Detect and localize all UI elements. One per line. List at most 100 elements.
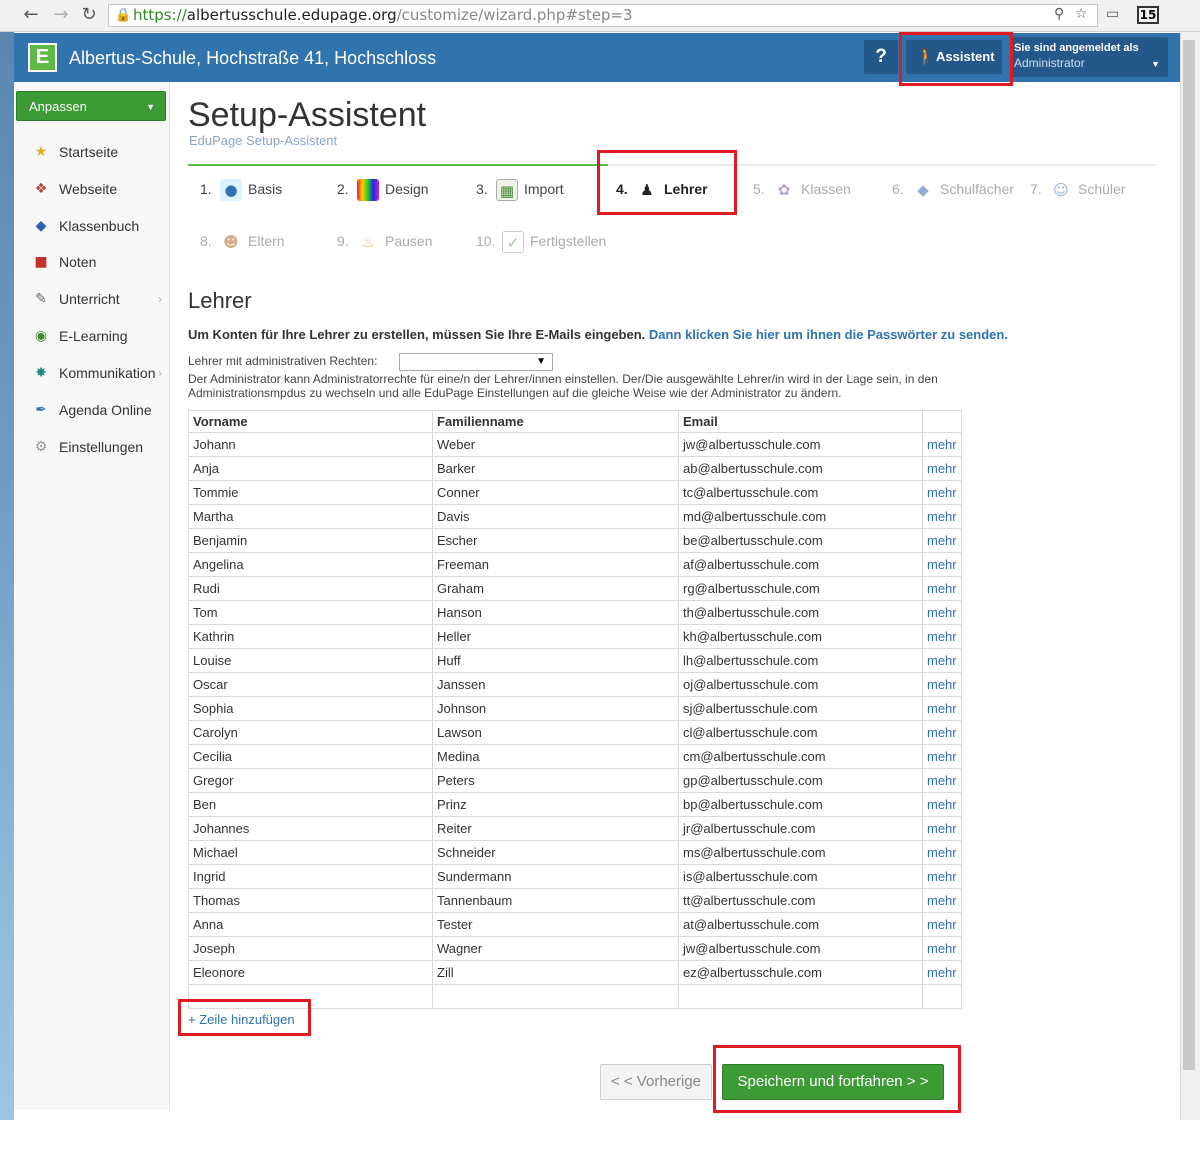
- last-name-cell[interactable]: Weber: [432, 432, 679, 457]
- email-cell[interactable]: jw@albertusschule.com: [678, 432, 923, 457]
- email-cell[interactable]: bp@albertusschule.com: [678, 792, 923, 817]
- last-name-cell[interactable]: Lawson: [432, 720, 679, 745]
- first-name-cell[interactable]: Anna: [188, 912, 433, 937]
- first-name-cell[interactable]: Cecilia: [188, 744, 433, 769]
- last-name-cell[interactable]: Tannenbaum: [432, 888, 679, 913]
- first-name-cell[interactable]: Tommie: [188, 480, 433, 505]
- more-link[interactable]: mehr: [922, 936, 962, 961]
- extension-badge[interactable]: 15: [1137, 6, 1159, 24]
- step-eltern[interactable]: 8. ☻ Eltern: [200, 226, 285, 256]
- email-cell[interactable]: kh@albertusschule.com: [678, 624, 923, 649]
- last-name-cell[interactable]: Graham: [432, 576, 679, 601]
- reload-icon[interactable]: ↻: [78, 4, 100, 26]
- empty-cell[interactable]: [678, 984, 923, 1009]
- empty-cell[interactable]: [432, 984, 679, 1009]
- email-cell[interactable]: th@albertusschule.com: [678, 600, 923, 625]
- previous-button[interactable]: < < Vorherige: [600, 1064, 712, 1100]
- first-name-cell[interactable]: Martha: [188, 504, 433, 529]
- first-name-cell[interactable]: Benjamin: [188, 528, 433, 553]
- last-name-cell[interactable]: Reiter: [432, 816, 679, 841]
- first-name-cell[interactable]: Ben: [188, 792, 433, 817]
- last-name-cell[interactable]: Heller: [432, 624, 679, 649]
- sidebar-item-noten[interactable]: ■ Noten: [14, 244, 170, 281]
- star-icon[interactable]: ☆: [1075, 6, 1088, 22]
- last-name-cell[interactable]: Huff: [432, 648, 679, 673]
- last-name-cell[interactable]: Hanson: [432, 600, 679, 625]
- last-name-cell[interactable]: Davis: [432, 504, 679, 529]
- first-name-cell[interactable]: Sophia: [188, 696, 433, 721]
- step-klassen[interactable]: 5. ✿ Klassen: [753, 174, 851, 204]
- more-link[interactable]: mehr: [922, 672, 962, 697]
- step-fertigstellen[interactable]: 10. ✓ Fertigstellen: [476, 226, 606, 256]
- last-name-cell[interactable]: Escher: [432, 528, 679, 553]
- email-cell[interactable]: be@albertusschule.com: [678, 528, 923, 553]
- more-link[interactable]: mehr: [922, 648, 962, 673]
- last-name-cell[interactable]: Prinz: [432, 792, 679, 817]
- sidebar-item-kommunikation[interactable]: ✸ Kommunikation ›: [14, 355, 170, 392]
- more-link[interactable]: mehr: [922, 480, 962, 505]
- last-name-cell[interactable]: Freeman: [432, 552, 679, 577]
- first-name-cell[interactable]: Gregor: [188, 768, 433, 793]
- more-link[interactable]: mehr: [922, 624, 962, 649]
- last-name-cell[interactable]: Peters: [432, 768, 679, 793]
- first-name-cell[interactable]: Thomas: [188, 888, 433, 913]
- first-name-cell[interactable]: Johannes: [188, 816, 433, 841]
- zoom-icon[interactable]: ⚲: [1054, 6, 1064, 22]
- more-link[interactable]: mehr: [922, 696, 962, 721]
- sidebar-item-klassenbuch[interactable]: ◆ Klassenbuch: [14, 208, 170, 245]
- first-name-cell[interactable]: Rudi: [188, 576, 433, 601]
- edupage-logo[interactable]: E: [28, 43, 57, 72]
- email-cell[interactable]: rg@albertusschule.com: [678, 576, 923, 601]
- more-link[interactable]: mehr: [922, 456, 962, 481]
- email-cell[interactable]: jr@albertusschule.com: [678, 816, 923, 841]
- more-link[interactable]: mehr: [922, 744, 962, 769]
- step-schueler[interactable]: 7. ☺ Schüler: [1030, 174, 1125, 204]
- email-cell[interactable]: is@albertusschule.com: [678, 864, 923, 889]
- forward-arrow-icon[interactable]: →: [50, 4, 72, 26]
- email-cell[interactable]: tt@albertusschule.com: [678, 888, 923, 913]
- sidebar-item-unterricht[interactable]: ✎ Unterricht ›: [14, 281, 170, 318]
- step-schulfaecher[interactable]: 6. ◆ Schulfächer: [892, 174, 1014, 204]
- more-link[interactable]: mehr: [922, 864, 962, 889]
- email-cell[interactable]: ez@albertusschule.com: [678, 960, 923, 985]
- first-name-cell[interactable]: Angelina: [188, 552, 433, 577]
- email-cell[interactable]: af@albertusschule.com: [678, 552, 923, 577]
- more-link[interactable]: mehr: [922, 576, 962, 601]
- more-link[interactable]: mehr: [922, 792, 962, 817]
- more-link[interactable]: mehr: [922, 432, 962, 457]
- admin-teacher-select[interactable]: ▼: [399, 353, 553, 371]
- step-pausen[interactable]: 9. ♨ Pausen: [337, 226, 432, 256]
- first-name-cell[interactable]: Michael: [188, 840, 433, 865]
- first-name-cell[interactable]: Kathrin: [188, 624, 433, 649]
- more-link[interactable]: mehr: [922, 768, 962, 793]
- more-link[interactable]: mehr: [922, 816, 962, 841]
- first-name-cell[interactable]: Johann: [188, 432, 433, 457]
- email-cell[interactable]: sj@albertusschule.com: [678, 696, 923, 721]
- first-name-cell[interactable]: Tom: [188, 600, 433, 625]
- last-name-cell[interactable]: Barker: [432, 456, 679, 481]
- first-name-cell[interactable]: Anja: [188, 456, 433, 481]
- email-cell[interactable]: lh@albertusschule.com: [678, 648, 923, 673]
- more-link[interactable]: mehr: [922, 720, 962, 745]
- email-cell[interactable]: md@albertusschule.com: [678, 504, 923, 529]
- email-cell[interactable]: ab@albertusschule.com: [678, 456, 923, 481]
- last-name-cell[interactable]: Medina: [432, 744, 679, 769]
- more-link[interactable]: mehr: [922, 912, 962, 937]
- first-name-cell[interactable]: Eleonore: [188, 960, 433, 985]
- sidebar-item-e-learning[interactable]: ◉ E-Learning: [14, 318, 170, 355]
- more-link[interactable]: mehr: [922, 528, 962, 553]
- last-name-cell[interactable]: Tester: [432, 912, 679, 937]
- step-import[interactable]: 3. ▦ Import: [476, 174, 564, 204]
- more-link[interactable]: mehr: [922, 504, 962, 529]
- first-name-cell[interactable]: Louise: [188, 648, 433, 673]
- more-link[interactable]: mehr: [922, 600, 962, 625]
- first-name-cell[interactable]: Ingrid: [188, 864, 433, 889]
- email-cell[interactable]: cl@albertusschule.com: [678, 720, 923, 745]
- window-icon[interactable]: ▭: [1106, 6, 1119, 22]
- step-design[interactable]: 2. Design: [337, 174, 429, 204]
- email-cell[interactable]: oj@albertusschule.com: [678, 672, 923, 697]
- back-arrow-icon[interactable]: ←: [20, 4, 42, 26]
- last-name-cell[interactable]: Conner: [432, 480, 679, 505]
- step-basis[interactable]: 1. ● Basis: [200, 174, 282, 204]
- email-cell[interactable]: jw@albertusschule.com: [678, 936, 923, 961]
